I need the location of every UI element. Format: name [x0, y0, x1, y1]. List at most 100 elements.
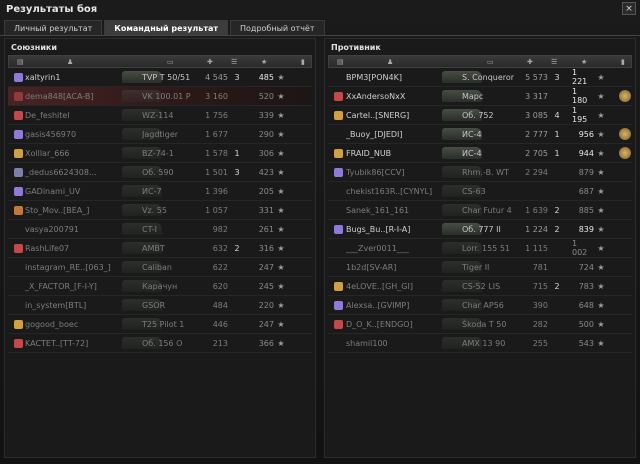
table-row[interactable]: XxAndersoNxX Марс 3 317 1 180 ★: [328, 87, 632, 106]
table-row[interactable]: 4eLOVE..[GH_GI] CS-52 LIS 715 2 783 ★: [328, 277, 632, 296]
tank-name: T25 Pilot 1: [142, 319, 185, 329]
rank-badge-icon: [332, 258, 344, 276]
kills-icon[interactable]: ☰: [551, 58, 557, 66]
table-row[interactable]: shamil100 AMX 13 90 255 543 ★: [328, 334, 632, 353]
player-name: De_feshitel: [25, 110, 70, 120]
rank-badge-icon: [12, 106, 24, 124]
star-icon: ★: [597, 129, 605, 139]
table-row[interactable]: De_feshitel WZ-114 1 756 339 ★: [8, 106, 312, 125]
table-row[interactable]: _X_FACTOR_[F-I-Y] Карачун 620 245 ★: [8, 277, 312, 296]
medal-icon[interactable]: ▮: [621, 58, 625, 66]
close-button[interactable]: ×: [622, 2, 636, 15]
table-row[interactable]: _Buoy_[DJEDI] ИС-4 2 777 1 956 ★: [328, 125, 632, 144]
player-name: FRAID_NUB: [346, 148, 392, 158]
tank-name: AMBT: [142, 243, 165, 253]
table-row[interactable]: Sanek_161_161 Char Futur 4 1 639 2 885 ★: [328, 201, 632, 220]
tank-name: VK 100.01 P: [142, 91, 191, 101]
table-row[interactable]: 1b2d[SV-AR] Tiger II 781 724 ★: [328, 258, 632, 277]
table-row[interactable]: FRAID_NUB ИС-4 2 705 1 944 ★: [328, 144, 632, 163]
tab-personal[interactable]: Личный результат: [4, 20, 103, 35]
table-row[interactable]: gasis456970 Jagdtiger 1 677 290 ★: [8, 125, 312, 144]
rank-badge-icon: [12, 277, 24, 295]
xp-value: 520: [258, 91, 274, 101]
table-row[interactable]: KACTET..[TT-72] Об. 156 О 213 366 ★: [8, 334, 312, 353]
list-icon[interactable]: ▤: [337, 58, 344, 66]
kills-value: 3: [234, 167, 240, 177]
table-row[interactable]: ___Zver0011___ Lorr. 155 51 1 115 1 002 ★: [328, 239, 632, 258]
kills-value: 3: [234, 72, 240, 82]
table-row[interactable]: dema848[ACA-B] VK 100.01 P 3 160 520 ★: [8, 87, 312, 106]
tank-icon[interactable]: ▭: [167, 58, 174, 66]
player-icon[interactable]: ♟: [387, 58, 393, 66]
player-name: 1b2d[SV-AR]: [346, 262, 397, 272]
damage-icon[interactable]: ✚: [527, 58, 533, 66]
player-name: gogood_boec: [25, 319, 79, 329]
table-row[interactable]: Alexsa..[GVIMP] Char AP56 390 648 ★: [328, 296, 632, 315]
damage-icon[interactable]: ✚: [207, 58, 213, 66]
table-row[interactable]: Sto_Mov..[BEA_] Vz. 55 1 057 331 ★: [8, 201, 312, 220]
table-row[interactable]: xaltyrin1 TVP T 50/51 4 545 3 485 ★: [8, 68, 312, 87]
star-icon: ★: [277, 224, 285, 234]
xp-icon[interactable]: ★: [581, 58, 587, 66]
xp-value: 543: [578, 338, 594, 348]
table-row[interactable]: in_system[BTL] GSOR 484 220 ★: [8, 296, 312, 315]
tank-icon[interactable]: ▭: [487, 58, 494, 66]
damage-value: 781: [532, 262, 548, 272]
tank-name: Jagdtiger: [142, 129, 179, 139]
table-row[interactable]: gogood_boec T25 Pilot 1 446 247 ★: [8, 315, 312, 334]
rank-badge-icon: [12, 220, 24, 238]
table-row[interactable]: RashLife07 AMBT 632 2 316 ★: [8, 239, 312, 258]
rank-badge-icon: [332, 144, 344, 162]
table-row[interactable]: GADinami_UV ИС-7 1 396 205 ★: [8, 182, 312, 201]
damage-value: 632: [212, 243, 228, 253]
table-row[interactable]: Cartel..[SNERG] Об. 752 3 085 4 1 195 ★: [328, 106, 632, 125]
tank-name: Об. 777 II: [462, 224, 501, 234]
xp-value: 1 195: [572, 106, 588, 124]
damage-value: 484: [212, 300, 228, 310]
xp-value: 316: [258, 243, 274, 253]
kills-icon[interactable]: ☰: [231, 58, 237, 66]
table-row[interactable]: chekist163R..[CYNYL] CS-63 687 ★: [328, 182, 632, 201]
star-icon: ★: [597, 148, 605, 158]
xp-value: 290: [258, 129, 274, 139]
player-name: Cartel..[SNERG]: [346, 110, 410, 120]
xp-value: 648: [578, 300, 594, 310]
table-row[interactable]: Xolllar_666 BZ-74-1 1 578 1 306 ★: [8, 144, 312, 163]
tank-name: Lorr. 155 51: [462, 243, 510, 253]
rank-badge-icon: [332, 87, 344, 105]
kills-value: [550, 163, 564, 181]
damage-value: 446: [212, 319, 228, 329]
tank-name: Об. 752: [462, 110, 494, 120]
table-row[interactable]: _dedus6624308... Об. 590 1 501 3 423 ★: [8, 163, 312, 182]
rank-badge-icon: [332, 106, 344, 124]
tab-detailed[interactable]: Подробный отчёт: [230, 20, 325, 35]
table-row[interactable]: Tyubik86[CCV] Rhm.-B. WT 2 294 879 ★: [328, 163, 632, 182]
damage-value: 3 317: [525, 91, 548, 101]
enemies-column-header: ▤ ♟ ▭ ✚ ☰ ★ ▮: [328, 55, 632, 68]
rank-badge-icon: [332, 125, 344, 143]
tank-name: BZ-74-1: [142, 148, 174, 158]
kills-value: [230, 106, 244, 124]
damage-value: 1 639: [525, 205, 548, 215]
tank-name: Об. 156 О: [142, 338, 183, 348]
player-name: GADinami_UV: [25, 186, 81, 196]
list-icon[interactable]: ▤: [17, 58, 24, 66]
player-icon[interactable]: ♟: [67, 58, 73, 66]
table-row[interactable]: vasya200791 CT-I 982 261 ★: [8, 220, 312, 239]
kills-value: [550, 258, 564, 276]
tank-name: Марс: [462, 91, 484, 101]
damage-value: 1 578: [205, 148, 228, 158]
table-row[interactable]: instagram_RE..[063_] Caliban 622 247 ★: [8, 258, 312, 277]
player-name: dema848[ACA-B]: [25, 91, 94, 101]
table-row[interactable]: BPM3[PON4K] S. Conqueror 5 573 3 1 221 ★: [328, 68, 632, 87]
xp-value: 879: [578, 167, 594, 177]
table-row[interactable]: D_O_K..[ENDGO] Škoda T 50 282 500 ★: [328, 315, 632, 334]
rank-badge-icon: [332, 239, 344, 257]
kills-value: 1: [554, 148, 560, 158]
player-name: Bugs_Bu..[R-I-A]: [346, 224, 411, 234]
player-name: _Buoy_[DJEDI]: [346, 129, 403, 139]
medal-icon[interactable]: ▮: [301, 58, 305, 66]
xp-icon[interactable]: ★: [261, 58, 267, 66]
table-row[interactable]: Bugs_Bu..[R-I-A] Об. 777 II 1 224 2 839 ★: [328, 220, 632, 239]
tab-team[interactable]: Командный результат: [104, 20, 228, 35]
